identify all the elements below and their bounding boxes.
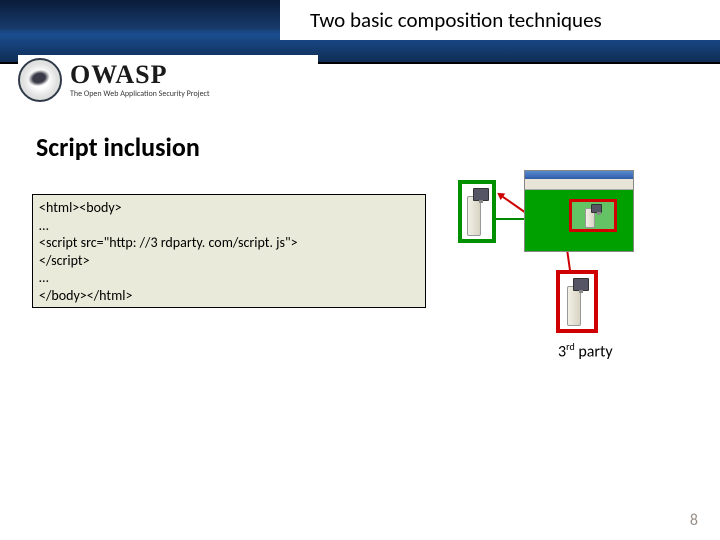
embedded-script-frame	[569, 199, 617, 232]
code-line: <script src="http: //3 rdparty. com/scri…	[39, 234, 419, 252]
page-number: 8	[690, 511, 698, 530]
third-party-server-frame	[556, 270, 598, 333]
code-line: </body></html>	[39, 287, 419, 305]
wasp-icon	[18, 58, 62, 102]
browser-window	[524, 170, 634, 252]
label-suffix: party	[575, 342, 613, 361]
server-icon	[584, 204, 602, 228]
server-icon	[465, 188, 489, 236]
server-icon	[565, 278, 589, 326]
section-heading: Script inclusion	[36, 131, 200, 163]
code-snippet-box: <html><body> … <script src="http: //3 rd…	[32, 194, 426, 308]
code-line: </script>	[39, 252, 419, 270]
logo-main-text: OWASP	[70, 62, 210, 88]
code-line: <html><body>	[39, 199, 419, 217]
code-line: …	[39, 217, 419, 235]
browser-toolbar	[525, 179, 633, 190]
browser-titlebar	[525, 171, 633, 179]
origin-server-frame	[458, 180, 496, 243]
logo-text-group: OWASP The Open Web Application Security …	[70, 62, 210, 98]
label-prefix: 3	[558, 342, 566, 361]
label-super: rd	[566, 340, 575, 353]
title-strip: Two basic composition techniques	[280, 0, 720, 40]
owasp-logo-block: OWASP The Open Web Application Security …	[18, 55, 318, 105]
third-party-label: 3rd party	[558, 340, 613, 361]
slide-title: Two basic composition techniques	[310, 7, 602, 33]
logo-tagline: The Open Web Application Security Projec…	[70, 90, 210, 98]
code-line: …	[39, 269, 419, 287]
